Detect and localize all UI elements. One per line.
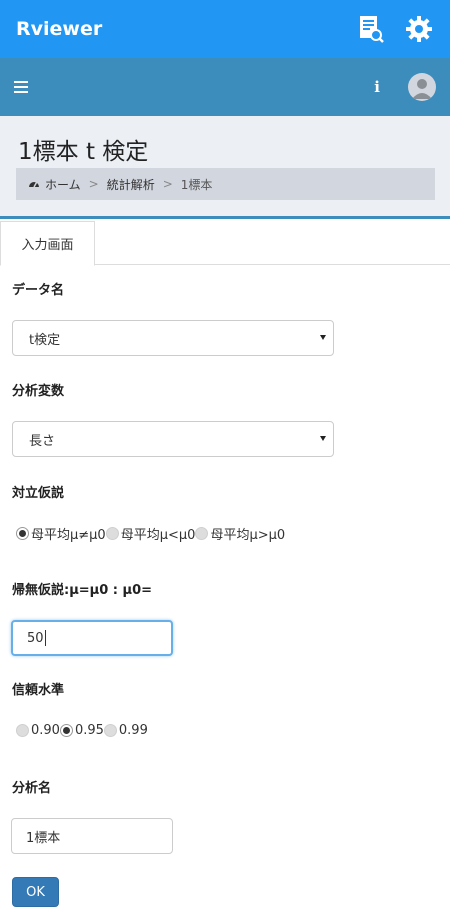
mu0-input[interactable]: 50	[11, 620, 173, 656]
confidence-radio-group: 0.90 0.95 0.99	[16, 723, 148, 738]
radio-alt-lt[interactable]: 母平均μ<μ0	[105, 524, 196, 543]
app-title: Rviewer	[16, 18, 103, 40]
radio-button[interactable]	[105, 527, 119, 540]
radio-alt-ne[interactable]: 母平均μ≠μ0	[16, 524, 106, 543]
info-icon[interactable]: i	[374, 78, 380, 96]
variable-select[interactable]: 長さ	[12, 421, 334, 457]
breadcrumb-stats[interactable]: 統計解析	[107, 176, 155, 193]
breadcrumb: ホーム > 統計解析 > 1標本	[16, 168, 435, 200]
app-bar: Rviewer	[0, 0, 450, 58]
tab-input[interactable]: 入力画面	[0, 221, 95, 266]
radio-label: 母平均μ<μ0	[120, 528, 196, 543]
nav-bar: i	[0, 58, 450, 116]
breadcrumb-home[interactable]: ホーム	[45, 176, 81, 193]
radio-conf-090[interactable]: 0.90	[16, 723, 60, 738]
alternative-label: 対立仮説	[12, 486, 65, 501]
radio-label: 0.90	[31, 723, 60, 738]
alternative-radio-group: 母平均μ≠μ0 母平均μ<μ0 母平均μ>μ0	[16, 524, 285, 543]
analysis-name-value: 1標本	[26, 830, 61, 846]
radio-label: 母平均μ≠μ0	[31, 528, 106, 543]
radio-button[interactable]	[103, 724, 117, 737]
radio-conf-099[interactable]: 0.99	[103, 723, 148, 738]
dataset-select[interactable]: t検定	[12, 320, 334, 356]
confidence-label: 信頼水準	[12, 683, 65, 698]
dataset-label: データ名	[12, 283, 65, 298]
radio-label: 母平均μ>μ0	[210, 528, 286, 543]
breadcrumb-separator: >	[162, 177, 173, 191]
gear-icon[interactable]	[404, 14, 434, 44]
hamburger-icon[interactable]	[14, 78, 28, 97]
radio-button[interactable]	[16, 527, 29, 540]
dataset-value: t検定	[29, 332, 61, 348]
avatar[interactable]	[408, 73, 436, 101]
radio-button[interactable]	[59, 724, 73, 737]
null-hypothesis-label: 帰無仮説:μ=μ0 : μ0=	[12, 583, 153, 598]
breadcrumb-current: 1標本	[180, 177, 213, 192]
page-title: 1標本 t 検定	[18, 139, 149, 165]
radio-button[interactable]	[195, 527, 209, 540]
variable-label: 分析変数	[12, 384, 65, 399]
breadcrumb-separator: >	[88, 177, 99, 191]
radio-label: 0.99	[118, 723, 148, 738]
dashboard-icon	[28, 177, 40, 191]
chevron-down-icon	[320, 436, 326, 441]
radio-button[interactable]	[16, 724, 29, 737]
tab-bar: 入力画面	[0, 219, 450, 266]
radio-label: 0.95	[74, 723, 104, 738]
radio-conf-095[interactable]: 0.95	[59, 723, 104, 738]
analysis-name-input[interactable]: 1標本	[11, 818, 173, 854]
mu0-value: 50	[27, 630, 44, 646]
analysis-name-label: 分析名	[12, 781, 52, 796]
variable-value: 長さ	[29, 433, 56, 449]
report-search-icon[interactable]	[356, 14, 386, 44]
text-cursor	[44, 630, 46, 646]
ok-button[interactable]: OK	[12, 877, 59, 907]
content-header: 1標本 t 検定	[0, 116, 450, 216]
radio-alt-gt[interactable]: 母平均μ>μ0	[195, 524, 285, 543]
chevron-down-icon	[320, 335, 326, 340]
